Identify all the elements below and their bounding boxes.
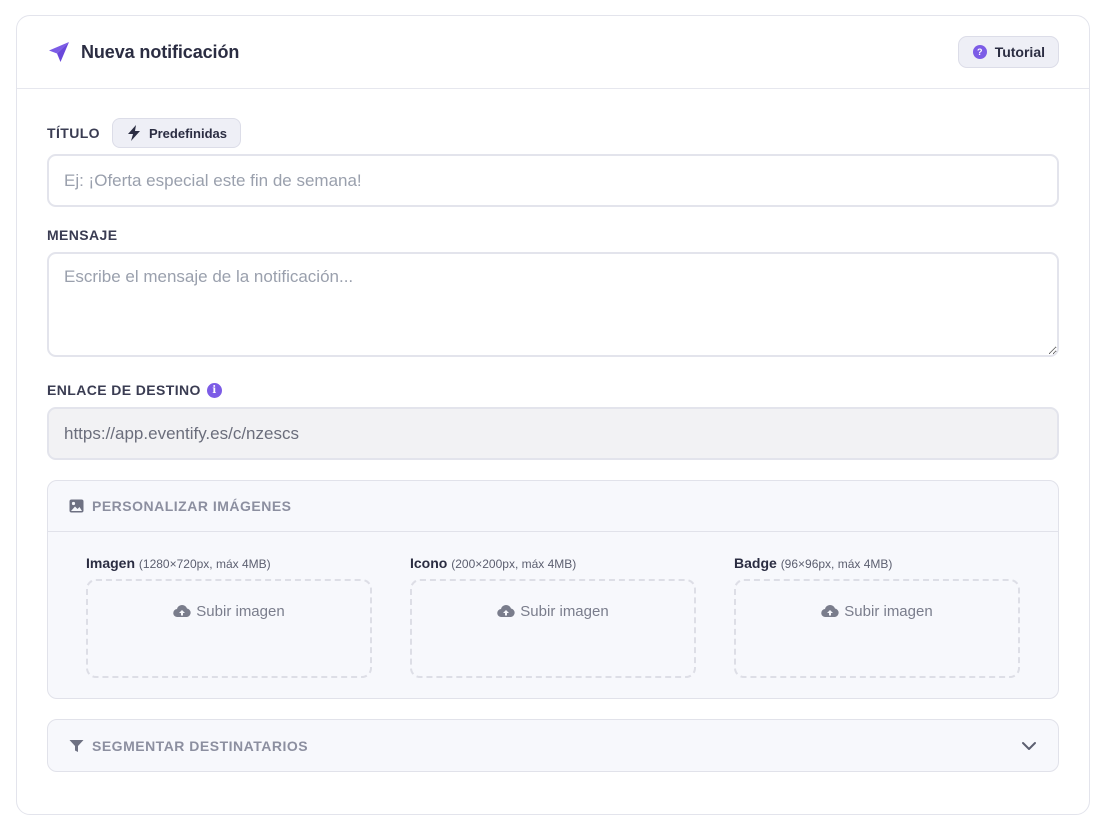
tutorial-button[interactable]: ? Tutorial — [957, 36, 1059, 68]
upload-badge-dropzone[interactable]: Subir imagen — [734, 579, 1020, 678]
link-label-row: ENLACE DE DESTINO i — [47, 382, 1059, 398]
message-label-row: MENSAJE — [47, 227, 1059, 243]
card-header: Nueva notificación ? Tutorial — [17, 16, 1089, 89]
upload-icon-button-label: Subir imagen — [520, 603, 609, 620]
upload-badge-dims: (96×96px, máx 4MB) — [780, 557, 893, 571]
upload-icon-dropzone[interactable]: Subir imagen — [410, 579, 696, 678]
images-panel: PERSONALIZAR IMÁGENES Imagen (1280×720px… — [47, 480, 1059, 699]
upload-icon-dims: (200×200px, máx 4MB) — [451, 557, 577, 571]
segment-panel-title: SEGMENTAR DESTINATARIOS — [92, 737, 309, 754]
predefined-button[interactable]: Predefinidas — [111, 118, 241, 148]
page-title: Nueva notificación — [81, 41, 240, 62]
notification-card: Nueva notificación ? Tutorial TÍTULO Pre… — [16, 15, 1090, 815]
cloud-upload-icon — [821, 604, 839, 618]
info-icon[interactable]: i — [206, 382, 222, 398]
send-icon — [47, 40, 71, 64]
upload-image-name: Imagen — [86, 555, 136, 571]
filter-icon — [69, 739, 84, 752]
link-input[interactable] — [47, 407, 1059, 460]
image-icon — [69, 499, 84, 513]
upload-badge-button-label: Subir imagen — [844, 603, 933, 620]
upload-image-label: Imagen (1280×720px, máx 4MB) — [86, 555, 372, 571]
form-body: TÍTULO Predefinidas MENSAJE ENLACE DE DE… — [17, 118, 1089, 772]
upload-image-button[interactable]: Subir imagen — [173, 603, 285, 676]
predefined-label: Predefinidas — [148, 125, 227, 141]
upload-badge-label: Badge (96×96px, máx 4MB) — [734, 555, 1020, 571]
chevron-down-icon[interactable] — [1021, 741, 1037, 751]
upload-icon-column: Icono (200×200px, máx 4MB) Subir imagen — [410, 555, 696, 678]
title-label-row: TÍTULO Predefinidas — [47, 118, 1059, 148]
message-textarea[interactable] — [47, 252, 1059, 357]
upload-icon-label: Icono (200×200px, máx 4MB) — [410, 555, 696, 571]
cloud-upload-icon — [173, 604, 191, 618]
segment-title-group: SEGMENTAR DESTINATARIOS — [69, 738, 308, 754]
upload-image-dropzone[interactable]: Subir imagen — [86, 579, 372, 678]
uploads-row: Imagen (1280×720px, máx 4MB) Subir image… — [48, 532, 1058, 698]
bolt-icon — [127, 125, 140, 141]
segment-panel[interactable]: SEGMENTAR DESTINATARIOS — [47, 719, 1059, 772]
tutorial-label: Tutorial — [994, 44, 1045, 60]
upload-badge-button[interactable]: Subir imagen — [821, 603, 933, 676]
upload-image-column: Imagen (1280×720px, máx 4MB) Subir image… — [86, 555, 372, 678]
upload-image-dims: (1280×720px, máx 4MB) — [138, 557, 271, 571]
upload-icon-button[interactable]: Subir imagen — [497, 603, 609, 676]
help-icon: ? — [972, 45, 987, 59]
header-title-group: Nueva notificación — [47, 40, 239, 64]
title-label: TÍTULO — [47, 125, 100, 141]
upload-image-button-label: Subir imagen — [196, 603, 285, 620]
upload-badge-name: Badge — [734, 555, 777, 571]
upload-icon-name: Icono — [410, 555, 448, 571]
message-label: MENSAJE — [47, 227, 118, 243]
images-panel-title: PERSONALIZAR IMÁGENES — [92, 498, 292, 514]
cloud-upload-icon — [497, 604, 515, 618]
upload-badge-column: Badge (96×96px, máx 4MB) Subir imagen — [734, 555, 1020, 678]
link-label: ENLACE DE DESTINO — [47, 382, 201, 398]
title-input[interactable] — [47, 154, 1059, 207]
segment-panel-header[interactable]: SEGMENTAR DESTINATARIOS — [48, 720, 1058, 771]
images-panel-header[interactable]: PERSONALIZAR IMÁGENES — [48, 481, 1058, 532]
